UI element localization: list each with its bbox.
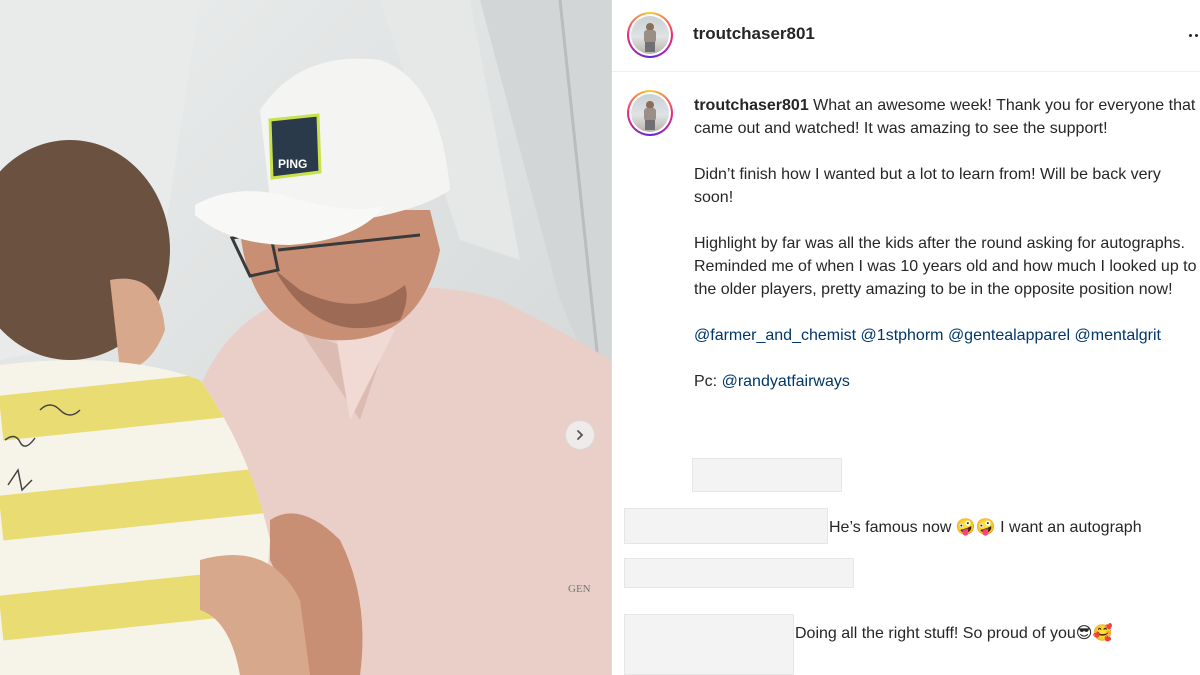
cap-logo-text: PING [278,157,307,171]
comment-text: Doing all the right stuff! So proud of y… [795,625,1113,642]
caption-mentions: @farmer_and_chemist @1stphorm @gentealap… [694,324,1199,347]
photo-credit: Pc: @randyatfairways [694,370,1199,393]
photo-credit-label: Pc: [694,373,718,390]
comment-avatar-redacted [624,508,828,544]
caption-paragraph-1: troutchaser801 What an awesome week! Tha… [694,94,1199,140]
header-avatar[interactable] [627,12,673,58]
mention-link[interactable]: @gentealapparel [948,327,1070,344]
mention-link[interactable]: @farmer_and_chemist [694,327,856,344]
post-photo[interactable]: PING GEN [0,0,611,675]
redacted-block [692,458,842,492]
caption-paragraph-2: Didn’t finish how I wanted but a lot to … [694,166,1161,206]
comment-text: He’s famous now 🤪🤪 I want an autograph [829,519,1142,536]
caption-avatar[interactable] [627,90,673,136]
post-caption: troutchaser801 What an awesome week! Tha… [694,94,1199,416]
caption-username[interactable]: troutchaser801 [694,97,809,114]
chevron-right-icon [577,430,584,440]
caption-paragraph-3: Highlight by far was all the kids after … [694,235,1197,298]
mention-link[interactable]: @mentalgrit [1075,327,1162,344]
post-header: troutchaser801 [612,0,1200,72]
shirt-logo-text: GEN [568,583,591,595]
photo-illustration: PING GEN [0,0,611,675]
photo-credit-mention[interactable]: @randyatfairways [722,373,850,390]
more-options-icon[interactable] [1189,28,1200,42]
mention-link[interactable]: @1stphorm [861,327,944,344]
carousel-next-button[interactable] [565,420,595,450]
post-side-panel: troutchaser801 troutchaser801 What an aw… [611,0,1200,675]
header-username[interactable]: troutchaser801 [693,24,815,44]
redacted-block [624,558,854,588]
comment-avatar-redacted [624,614,794,675]
